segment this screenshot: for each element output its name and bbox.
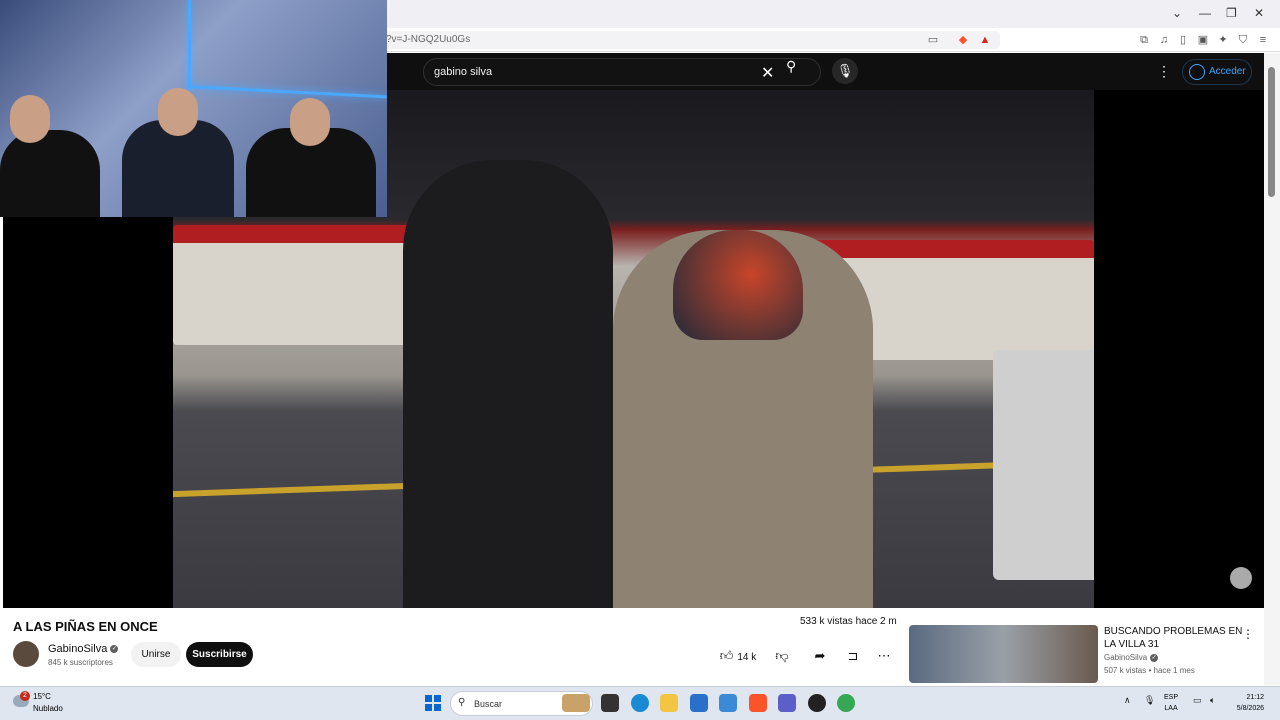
url-text: ?v=J-NGQ2Uu0Gs [386,34,471,45]
chevron-up-icon[interactable]: ∧ [1124,695,1131,706]
search-input[interactable]: gabino silva [434,66,492,78]
chevron-down-icon[interactable]: ⌄ [1172,6,1182,20]
brave-icon[interactable] [749,694,767,712]
verified-icon: ✓ [1150,653,1159,662]
scroll-thumb[interactable] [1268,67,1275,197]
search-icon[interactable]: ⚲ [786,58,796,75]
windows-start-icon[interactable] [425,695,441,711]
lang-bottom: LAA [1164,705,1178,712]
helmet [673,230,803,340]
url-field[interactable]: ?v=J-NGQ2Uu0Gs [380,31,1000,49]
video-title: A LAS PIÑAS EN ONCE [13,619,158,634]
cast-icon[interactable]: ▭ [926,33,940,47]
dislike-icon[interactable]: 👎︎ [772,644,792,668]
file-explorer-icon[interactable] [660,694,678,712]
recommendation-thumbnail[interactable] [909,625,1098,683]
like-button[interactable]: 👍︎ 14 k [717,644,759,668]
join-button[interactable]: Unirse [131,642,181,667]
channel-name[interactable]: GabinoSilva ✓ [48,643,119,655]
cam-face-1 [10,95,50,143]
recommendation-channel-text: GabinoSilva [1104,653,1148,662]
webcam-overlay [0,0,387,217]
share-icon[interactable]: ➦ [810,644,830,668]
recommendation-title[interactable]: BUSCANDO PROBLEMAS EN LA VILLA 31 [1104,625,1244,651]
cam-face-3 [290,98,330,146]
clock-date: 5/8/2026 [1236,705,1264,712]
signin-button[interactable]: Acceder [1182,59,1252,85]
clear-icon[interactable]: ✕ [761,63,774,83]
clock[interactable]: 21:12 5/8/2026 [1228,692,1264,714]
subscribe-button[interactable]: Suscribirse [186,642,253,667]
lang-top: ESP [1164,694,1179,701]
channel-name-text[interactable]: GabinoSilva [48,643,107,655]
minimize-icon[interactable]: — [1199,6,1211,20]
search-icon: ⚲ [458,697,466,708]
brave-rewards-icon[interactable]: ▲ [978,33,992,47]
cam-person-1 [0,130,100,217]
account-icon [1189,64,1205,80]
volume-icon[interactable]: 🔈︎ [1210,695,1215,706]
language-indicator[interactable]: ESP LAA [1164,692,1178,714]
search-box[interactable]: gabino silva ✕ [423,58,821,86]
music-icon[interactable]: ♫ [1157,33,1171,47]
extensions-icon[interactable]: ⧉ [1137,33,1151,47]
weather-temp[interactable]: 15°C [33,692,51,701]
signin-label: Acceder [1209,66,1246,77]
recommendation-more-icon[interactable]: ⋮ [1242,627,1254,641]
mic-icon[interactable]: 🎙 [832,58,858,84]
channel-watermark-icon[interactable] [1230,567,1252,589]
app-icon[interactable] [808,694,826,712]
brave-shield-icon[interactable]: ◆ [956,33,970,47]
weather-desc[interactable]: Nublado [33,704,63,713]
like-count: 14 k [737,652,757,663]
store-icon[interactable] [690,694,708,712]
notification-badge: 2 [20,691,30,701]
task-view-icon[interactable] [601,694,619,712]
subscriber-count: 845 k suscriptores [48,658,113,667]
edge-icon[interactable] [631,694,649,712]
recommendation-channel[interactable]: GabinoSilva ✓ [1104,653,1159,662]
led-strip [187,85,387,99]
clock-time: 21:12 [1246,694,1264,701]
recommendation-meta: 507 k vistas • hace 1 mes [1104,666,1195,675]
close-icon[interactable]: ✕ [1254,6,1264,20]
cam-face-2 [158,88,198,136]
restore-icon[interactable]: ❐ [1226,6,1237,20]
more-actions-icon[interactable]: ⋯ [874,644,894,668]
view-count: 533 k vistas hace 2 m [800,616,897,627]
chat-icon[interactable]: ▭ [1193,695,1202,706]
windows-taskbar: 2 15°C Nublado ⚲ Buscar ∧ 🎙 ESP LAA ▭ 🔈︎… [0,686,1280,720]
save-icon[interactable]: ⊐ [844,644,862,668]
page-scrollbar[interactable] [1264,53,1280,685]
verified-icon: ✓ [110,645,119,654]
search-highlight-icon [562,694,590,712]
wallet-icon[interactable]: ▣ [1196,33,1210,47]
mic-icon[interactable]: 🎙 [1144,695,1155,706]
sidebar-icon[interactable]: ▯ [1176,33,1190,47]
outlook-icon[interactable] [719,694,737,712]
led-strip [188,0,191,90]
person-standing [403,160,613,608]
taskbar-search-placeholder: Buscar [474,699,503,709]
menu-icon[interactable]: ≡ [1256,33,1270,47]
teams-icon[interactable] [778,694,796,712]
truck [993,350,1094,580]
like-icon: 👍︎ [719,648,734,663]
shield-icon[interactable]: ⛉ [1236,33,1250,47]
more-icon[interactable]: ⋮ [1157,63,1171,80]
chrome-icon[interactable] [837,694,855,712]
vpn-icon[interactable]: ✦ [1216,33,1230,47]
channel-avatar[interactable] [13,641,39,667]
